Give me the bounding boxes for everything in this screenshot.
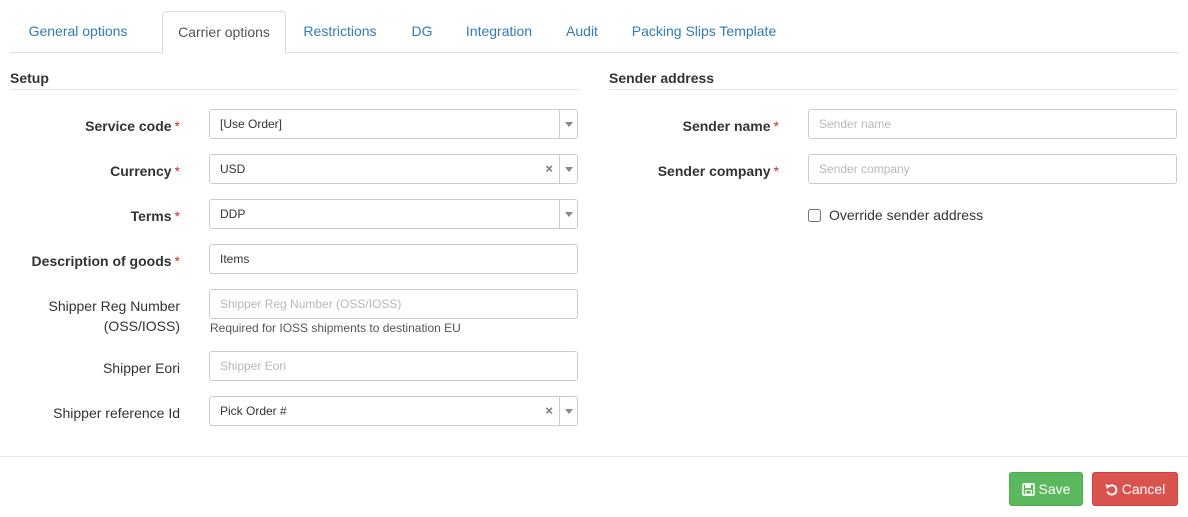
- terms-label: Terms *: [10, 206, 180, 226]
- chevron-down-icon: [565, 167, 573, 172]
- terms-select[interactable]: DDP: [209, 199, 578, 229]
- terms-value: DDP: [220, 207, 246, 221]
- chevron-down-icon: [565, 122, 573, 127]
- tab-dg[interactable]: DG: [408, 11, 436, 53]
- tab-general-options[interactable]: General options: [22, 11, 134, 53]
- tab-carrier-options[interactable]: Carrier options: [162, 11, 286, 54]
- currency-value: USD: [220, 162, 246, 176]
- cancel-label: Cancel: [1121, 481, 1166, 497]
- shipper-eori-label: Shipper Eori: [102, 360, 180, 376]
- tab-bar: General options Carrier options Restrict…: [10, 11, 1178, 54]
- footer-divider: [0, 456, 1188, 457]
- override-sender-label: Override sender address: [829, 207, 984, 223]
- service-code-label-text: Service code: [85, 118, 172, 134]
- sender-name-label: Sender name *: [609, 116, 779, 136]
- shipper-ref-label: Shipper reference Id: [53, 405, 180, 421]
- dropdown-toggle[interactable]: [559, 397, 577, 425]
- currency-select[interactable]: USD ×: [209, 154, 578, 184]
- floppy-disk-icon: [1021, 482, 1035, 496]
- sender-name-input[interactable]: [808, 109, 1177, 139]
- description-label: Description of goods *: [10, 251, 180, 271]
- required-marker: *: [773, 163, 779, 179]
- undo-icon: [1105, 483, 1117, 495]
- chevron-down-icon: [565, 409, 573, 414]
- sender-name-label-text: Sender name: [682, 118, 771, 134]
- tab-integration[interactable]: Integration: [462, 11, 536, 53]
- clear-icon[interactable]: ×: [545, 155, 553, 183]
- cancel-button[interactable]: Cancel: [1092, 472, 1178, 506]
- override-sender-checkbox[interactable]: [808, 208, 821, 222]
- shipper-reg-label-line1: Shipper Reg Number: [48, 298, 180, 314]
- required-marker: *: [773, 118, 779, 134]
- chevron-down-icon: [565, 212, 573, 217]
- setup-section-title: Setup: [10, 70, 579, 90]
- sender-company-input[interactable]: [808, 154, 1177, 184]
- description-label-text: Description of goods: [31, 253, 172, 269]
- shipper-eori-input[interactable]: [209, 351, 578, 381]
- service-code-value: [Use Order]: [220, 117, 283, 131]
- service-code-select[interactable]: [Use Order]: [209, 109, 578, 139]
- shipper-ref-value: Pick Order #: [220, 404, 287, 418]
- required-marker: *: [174, 253, 180, 269]
- shipper-reg-input[interactable]: [209, 289, 578, 319]
- description-input[interactable]: [209, 244, 578, 274]
- clear-icon[interactable]: ×: [545, 397, 553, 425]
- required-marker: *: [174, 118, 180, 134]
- tab-audit[interactable]: Audit: [563, 11, 601, 53]
- required-marker: *: [174, 208, 180, 224]
- currency-label-text: Currency: [110, 163, 172, 179]
- sender-section-title: Sender address: [609, 70, 1178, 90]
- currency-label: Currency *: [10, 161, 180, 181]
- shipper-ref-select[interactable]: Pick Order # ×: [209, 396, 578, 426]
- override-sender-row[interactable]: Override sender address: [808, 207, 983, 223]
- save-button[interactable]: Save: [1009, 472, 1083, 506]
- save-label: Save: [1038, 481, 1071, 497]
- shipper-reg-label-line2: (OSS/IOSS): [103, 318, 180, 334]
- tab-packing-slips-template[interactable]: Packing Slips Template: [630, 11, 778, 53]
- dropdown-toggle[interactable]: [559, 155, 577, 183]
- dropdown-toggle[interactable]: [559, 200, 577, 228]
- shipper-reg-label: Shipper Reg Number (OSS/IOSS): [10, 296, 180, 336]
- sender-company-label: Sender company *: [609, 161, 779, 181]
- required-marker: *: [174, 163, 180, 179]
- sender-company-label-text: Sender company: [657, 163, 771, 179]
- service-code-label: Service code *: [10, 116, 180, 136]
- terms-label-text: Terms: [130, 208, 172, 224]
- tab-restrictions[interactable]: Restrictions: [300, 11, 380, 53]
- shipper-reg-help: Required for IOSS shipments to destinati…: [210, 321, 461, 335]
- dropdown-toggle[interactable]: [559, 110, 577, 138]
